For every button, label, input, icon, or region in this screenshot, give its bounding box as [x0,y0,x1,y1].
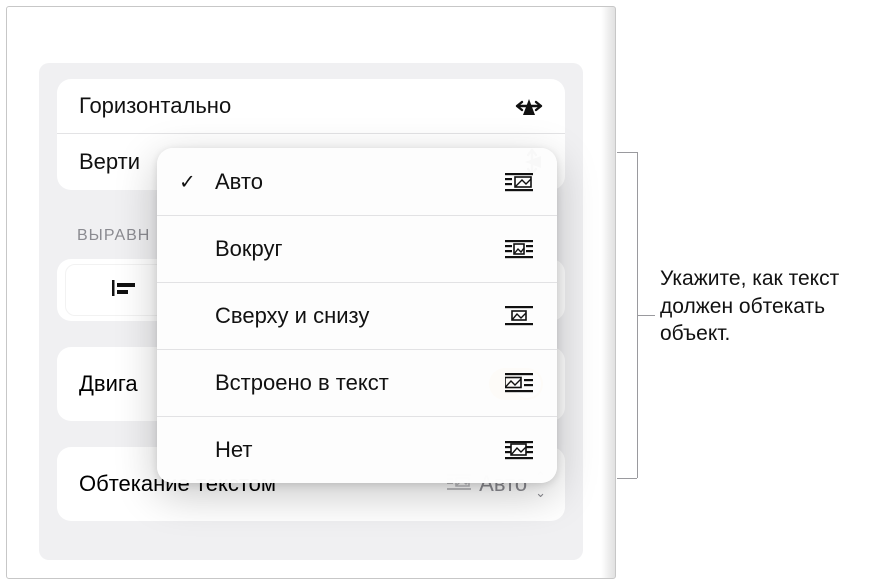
text-wrap-popover: ✓ Авто Вокруг [157,148,557,483]
wrap-inline-icon [505,373,533,393]
flip-vertical-label: Верти [79,149,140,175]
flip-horizontal-icon [515,95,543,117]
flip-horizontal-row[interactable]: Горизонтально [57,79,565,134]
checkmark-icon: ✓ [179,169,196,194]
callout-bracket-mid [637,315,655,316]
callout-bracket-bottom [617,478,637,479]
wrap-option-label: Авто [215,169,263,195]
wrap-option-inline[interactable]: Встроено в текст [157,349,557,416]
wrap-option-auto[interactable]: ✓ Авто [157,148,557,215]
inner-shadow [601,7,615,578]
wrap-option-none[interactable]: Нет [157,416,557,483]
wrap-option-label: Вокруг [215,236,283,262]
wrap-auto-icon [505,172,533,192]
wrap-option-label: Сверху и снизу [215,303,369,329]
wrap-option-above-below[interactable]: Сверху и снизу [157,282,557,349]
wrap-above-below-icon [505,306,533,326]
align-left-icon [110,277,138,304]
flip-horizontal-label: Горизонтально [79,93,231,119]
alignment-section-label: ВЫРАВН [77,227,150,245]
move-with-text-label: Двига [79,371,138,397]
callout-text: Укажите, как текст должен обтекать объек… [660,265,860,348]
wrap-option-around[interactable]: Вокруг [157,215,557,282]
wrap-option-label: Нет [215,437,252,463]
wrap-none-icon [505,440,533,460]
wrap-option-label: Встроено в текст [215,370,389,396]
callout-bracket-top [617,152,637,153]
wrap-around-icon [505,239,533,259]
inspector-panel: Горизонтально Верти ВЫРАВН [6,6,616,579]
